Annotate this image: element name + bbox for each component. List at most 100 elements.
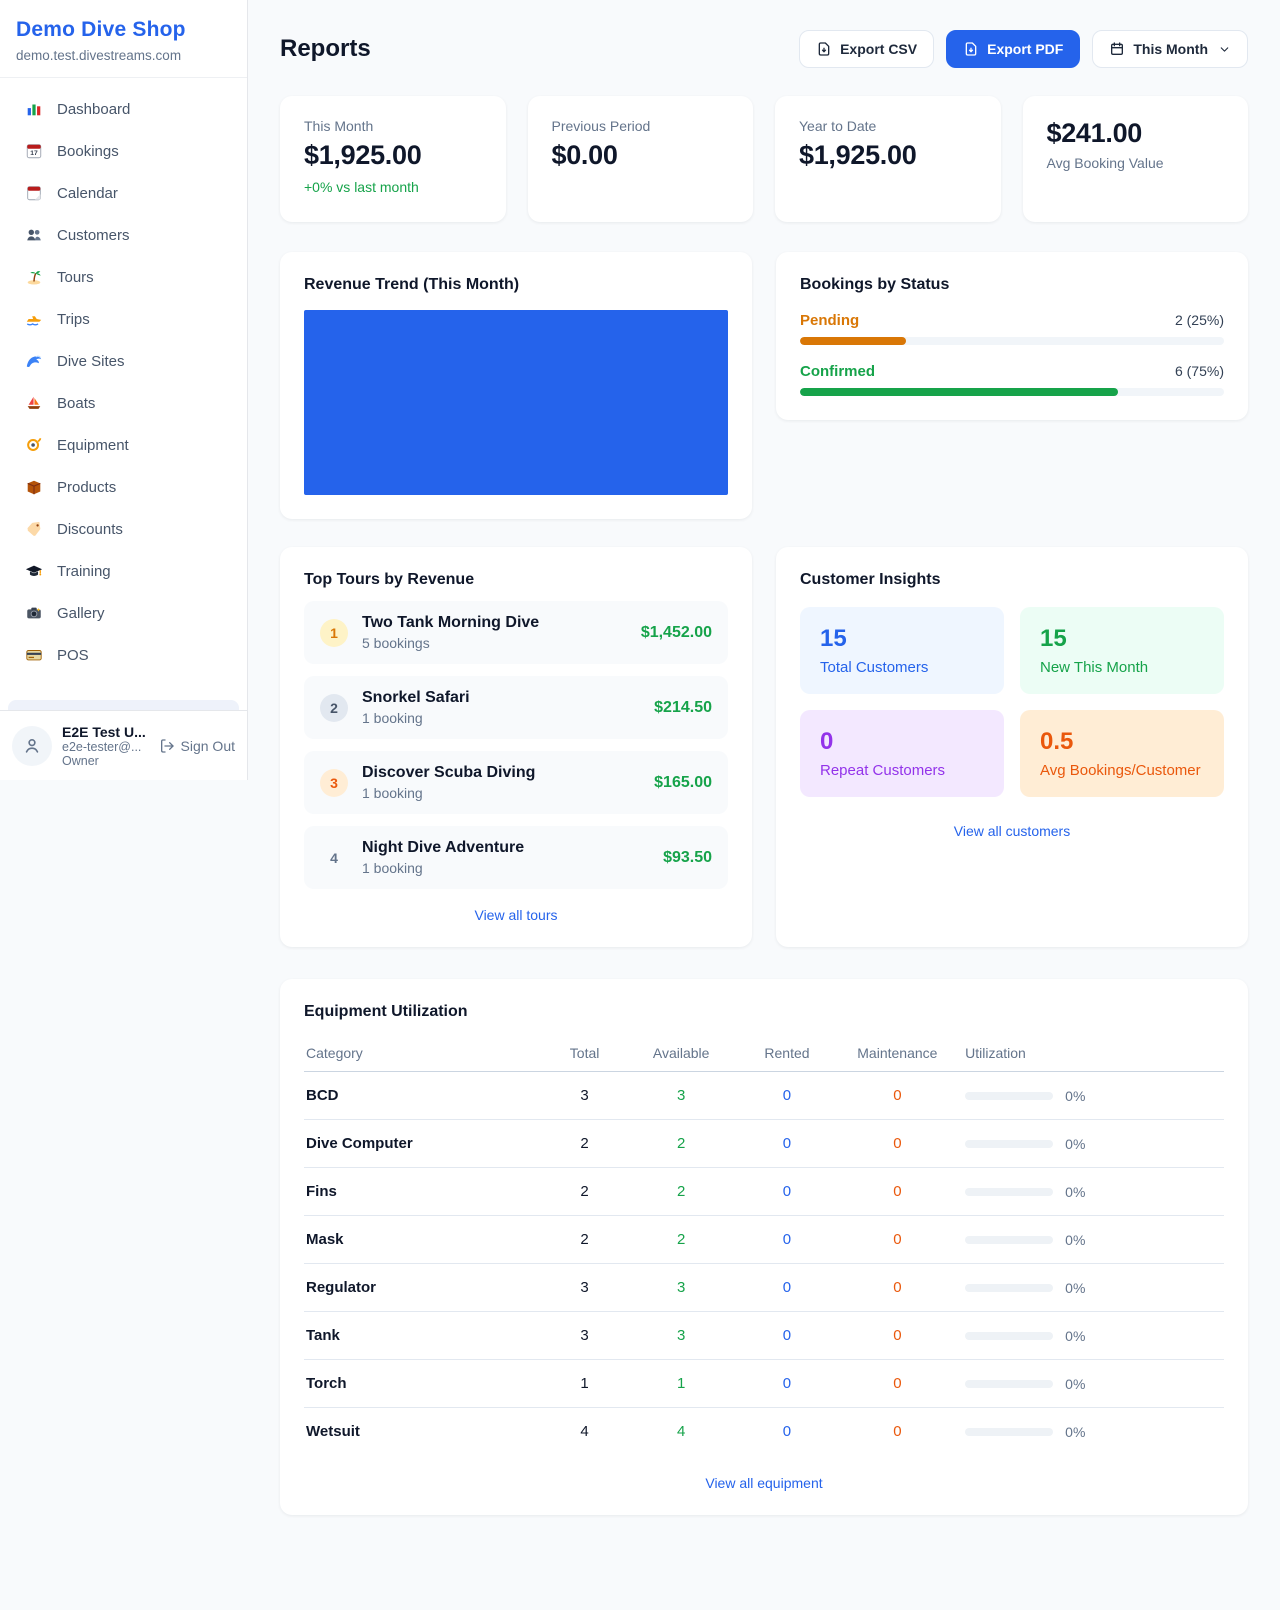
sidebar-item-dive-sites[interactable]: Dive Sites (8, 342, 239, 380)
table-row: Torch 1 1 0 0 0% (304, 1360, 1224, 1408)
cell-category: Mask (304, 1216, 543, 1264)
rank-badge: 4 (320, 844, 348, 872)
view-all-customers-link[interactable]: View all customers (800, 823, 1224, 839)
cell-total: 2 (543, 1216, 626, 1264)
utilization-bar (965, 1140, 1053, 1148)
utilization-percent: 0% (1065, 1376, 1085, 1392)
sidebar-item-calendar[interactable]: Calendar (8, 174, 239, 212)
tour-row: 4 Night Dive Adventure 1 booking $93.50 (304, 826, 728, 889)
cell-rented: 0 (736, 1120, 837, 1168)
view-all-equipment-link[interactable]: View all equipment (304, 1475, 1224, 1491)
stat-label: This Month (304, 118, 482, 134)
tour-bookings: 5 bookings (362, 635, 627, 651)
sidebar-item-label: Training (57, 563, 111, 580)
cell-available: 4 (626, 1408, 736, 1456)
sidebar-item-trips[interactable]: Trips (8, 300, 239, 338)
equipment-utilization-title: Equipment Utilization (304, 1003, 1224, 1021)
utilization-percent: 0% (1065, 1232, 1085, 1248)
sidebar: Demo Dive Shop demo.test.divestreams.com… (0, 0, 248, 780)
sidebar-item-label: Calendar (57, 185, 118, 202)
sidebar-item-equipment[interactable]: Equipment (8, 426, 239, 464)
shop-name: Demo Dive Shop (16, 18, 231, 42)
cell-maintenance: 0 (838, 1360, 958, 1408)
insight-label: Avg Bookings/Customer (1040, 762, 1204, 779)
top-tours-panel: Top Tours by Revenue 1 Two Tank Morning … (280, 547, 752, 947)
sidebar-item-bookings[interactable]: 17 Bookings (8, 132, 239, 170)
cell-total: 2 (543, 1120, 626, 1168)
table-row: Tank 3 3 0 0 0% (304, 1312, 1224, 1360)
stat-card: This Month $1,925.00 +0% vs last month (280, 96, 506, 222)
sidebar-item-customers[interactable]: Customers (8, 216, 239, 254)
equipment-rows: BCD 3 3 0 0 0% Dive (304, 1072, 1224, 1456)
tour-name: Discover Scuba Diving (362, 764, 640, 782)
tour-revenue: $93.50 (663, 849, 712, 867)
cell-rented: 0 (736, 1264, 837, 1312)
sidebar-item-products[interactable]: Products (8, 468, 239, 506)
tour-list: 1 Two Tank Morning Dive 5 bookings $1,45… (304, 601, 728, 889)
sidebar-item-gallery[interactable]: Gallery (8, 594, 239, 632)
tour-revenue: $1,452.00 (641, 624, 712, 642)
page-title: Reports (280, 35, 371, 63)
cell-maintenance: 0 (838, 1072, 958, 1120)
top-tours-title: Top Tours by Revenue (304, 571, 728, 589)
insight-value: 0 (820, 728, 984, 756)
cell-maintenance: 0 (838, 1264, 958, 1312)
header-actions: Export CSV Export PDF This Month (799, 30, 1248, 68)
revenue-trend-chart (304, 310, 728, 495)
stats-row: This Month $1,925.00 +0% vs last month P… (280, 96, 1248, 222)
sidebar-item-label: Equipment (57, 437, 129, 454)
sidebar-item-label: Products (57, 479, 116, 496)
period-dropdown[interactable]: This Month (1092, 30, 1248, 68)
discounts-icon (24, 519, 44, 539)
sidebar-item-dashboard[interactable]: Dashboard (8, 90, 239, 128)
utilization-bar (965, 1380, 1053, 1388)
utilization-percent: 0% (1065, 1088, 1085, 1104)
page-header: Reports Export CSV Export PDF This Month (280, 30, 1248, 68)
export-pdf-label: Export PDF (987, 41, 1063, 57)
view-all-tours-link[interactable]: View all tours (304, 907, 728, 923)
cell-rented: 0 (736, 1312, 837, 1360)
sidebar-item-label: Discounts (57, 521, 123, 538)
table-row: Mask 2 2 0 0 0% (304, 1216, 1224, 1264)
cell-category: Dive Computer (304, 1120, 543, 1168)
user-section: E2E Test U... e2e-tester@... Owner Sign … (0, 710, 247, 780)
cell-maintenance: 0 (838, 1120, 958, 1168)
sidebar-item-pos[interactable]: POS (8, 636, 239, 674)
export-csv-button[interactable]: Export CSV (799, 30, 934, 68)
export-pdf-button[interactable]: Export PDF (946, 30, 1080, 68)
cell-total: 2 (543, 1168, 626, 1216)
insight-tiles: 15 Total Customers 15 New This Month 0 R… (800, 607, 1224, 797)
user-meta: E2E Test U... e2e-tester@... Owner (62, 724, 149, 768)
cell-category: Fins (304, 1168, 543, 1216)
utilization-bar (965, 1284, 1053, 1292)
utilization-bar (965, 1332, 1053, 1340)
charts-row: Revenue Trend (This Month) Bookings by S… (280, 252, 1248, 519)
stat-card: Year to Date $1,925.00 (775, 96, 1001, 222)
cell-available: 3 (626, 1264, 736, 1312)
sidebar-item-tours[interactable]: Tours (8, 258, 239, 296)
customer-insights-title: Customer Insights (800, 571, 1224, 589)
revenue-trend-title: Revenue Trend (This Month) (304, 276, 728, 294)
sign-out-button[interactable]: Sign Out (159, 738, 235, 754)
cell-rented: 0 (736, 1168, 837, 1216)
user-role: Owner (62, 754, 149, 768)
insight-tile: 15 New This Month (1020, 607, 1224, 694)
stat-label: Previous Period (552, 118, 730, 134)
status-count: 6 (75%) (1175, 363, 1224, 379)
tour-revenue: $165.00 (654, 774, 712, 792)
sidebar-item-discounts[interactable]: Discounts (8, 510, 239, 548)
status-progress-fill (800, 337, 906, 345)
stat-label: Year to Date (799, 118, 977, 134)
chevron-down-icon (1218, 43, 1231, 56)
sidebar-item-training[interactable]: Training (8, 552, 239, 590)
tour-name: Snorkel Safari (362, 689, 640, 707)
table-row: Regulator 3 3 0 0 0% (304, 1264, 1224, 1312)
sidebar-item-boats[interactable]: Boats (8, 384, 239, 422)
sidebar-item-label: Dive Sites (57, 353, 125, 370)
products-icon (24, 477, 44, 497)
insights-row: Top Tours by Revenue 1 Two Tank Morning … (280, 547, 1248, 947)
cell-utilization: 0% (957, 1072, 1224, 1120)
status-progress-track (800, 337, 1224, 345)
gallery-icon (24, 603, 44, 623)
bookings-status-panel: Bookings by Status Pending 2 (25%) (776, 252, 1248, 420)
